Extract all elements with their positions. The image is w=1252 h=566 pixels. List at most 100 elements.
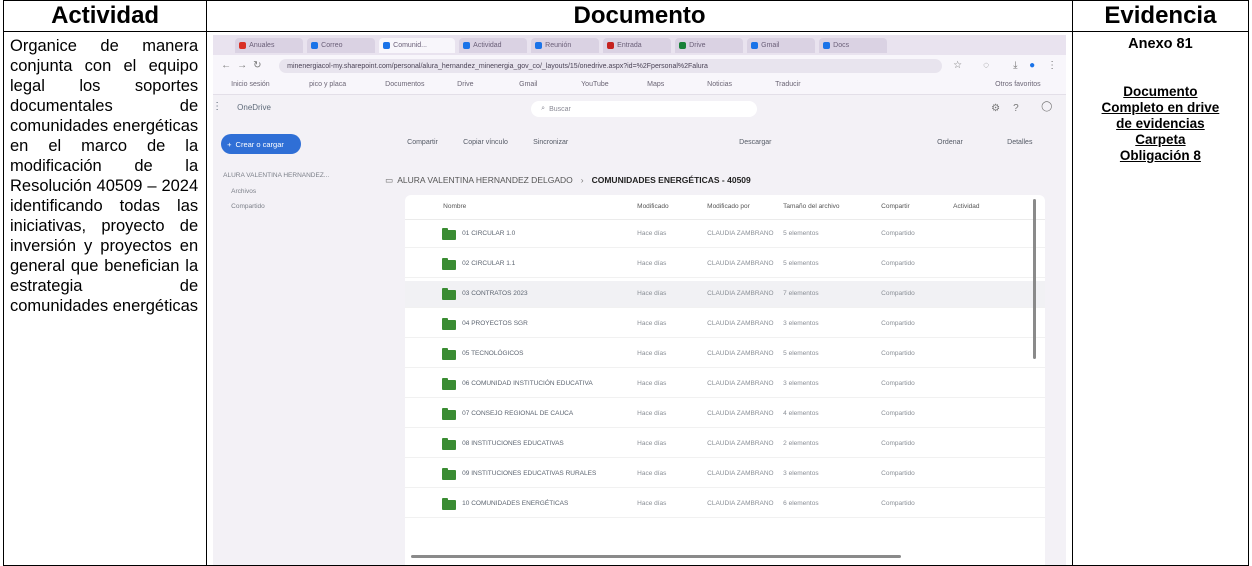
activity-table: Actividad Documento Evidencia Organice d… bbox=[2, 0, 1250, 566]
bookmarks-bar: Inicio sesión pico y placa Documentos Drive… bbox=[213, 77, 1067, 95]
breadcrumb-root[interactable]: ALURA VALENTINA HERNANDEZ DELGADO bbox=[397, 175, 573, 185]
browser-tab[interactable]: Reunión bbox=[531, 38, 600, 53]
menu-icon[interactable]: ⋮ bbox=[1047, 60, 1057, 71]
create-upload-button[interactable]: + Crear o cargar bbox=[221, 134, 302, 154]
folder-icon bbox=[442, 408, 457, 420]
file-modified: Hace días bbox=[637, 410, 667, 417]
folder-icon bbox=[442, 498, 457, 510]
header-evidence: Evidencia bbox=[1071, 0, 1250, 32]
file-modified-by: CLAUDIA ZAMBRANO bbox=[707, 350, 774, 357]
file-list: Nombre Modificado Modificado por Tamaño … bbox=[405, 195, 1046, 565]
vertical-scrollbar[interactable] bbox=[1033, 199, 1037, 359]
browser-tab[interactable]: Actividad bbox=[459, 38, 528, 53]
bookmark-item[interactable]: pico y placa bbox=[309, 81, 346, 88]
details-command[interactable]: Detalles bbox=[1007, 139, 1032, 146]
tab-favicon-icon bbox=[239, 42, 247, 49]
help-icon[interactable]: ? bbox=[1013, 103, 1019, 114]
bookmark-item[interactable]: Traducir bbox=[775, 81, 800, 88]
bookmark-item[interactable]: Inicio sesión bbox=[231, 81, 270, 88]
file-row[interactable]: 04 PROYECTOS SGR Hace días CLAUDIA ZAMBRAN… bbox=[405, 311, 1046, 338]
file-modified: Hace días bbox=[637, 350, 667, 357]
nav-item-shared[interactable]: Compartido bbox=[231, 203, 265, 210]
search-icon: ⌕ bbox=[541, 105, 546, 112]
document-cell: Anuales Correo Comunid... Actividad Reunión E… bbox=[206, 31, 1073, 566]
evidence-link[interactable]: Documento Completo en drive de evidencias C… bbox=[1073, 84, 1248, 164]
folder-icon bbox=[442, 438, 457, 450]
column-size[interactable]: Tamaño del archivo bbox=[783, 203, 839, 210]
browser-tab[interactable]: Entrada bbox=[603, 38, 672, 53]
column-name[interactable]: Nombre bbox=[443, 203, 466, 210]
file-row[interactable]: 03 CONTRATOS 2023 Hace días CLAUDIA ZAMBRA… bbox=[405, 281, 1046, 308]
file-modified-by: CLAUDIA ZAMBRANO bbox=[707, 380, 774, 387]
copy-link-command[interactable]: Copiar vínculo bbox=[463, 139, 508, 146]
browser-tab[interactable]: Drive bbox=[675, 38, 744, 53]
file-row[interactable]: 02 CIRCULAR 1.1 Hace días CLAUDIA ZAMBRANO… bbox=[405, 251, 1046, 278]
tab-favicon-icon bbox=[535, 42, 543, 49]
url-field[interactable]: minenergiacol-my.sharepoint.com/personal… bbox=[279, 59, 943, 73]
evidence-link-line[interactable]: de evidencias bbox=[1073, 116, 1248, 132]
app-launcher-icon[interactable]: ⋮ bbox=[213, 101, 222, 112]
file-row[interactable]: 05 TECNOLÓGICOS Hace días CLAUDIA ZAMBRANO… bbox=[405, 341, 1046, 368]
file-row[interactable]: 01 CIRCULAR 1.0 Hace días CLAUDIA ZAMBRANO… bbox=[405, 221, 1046, 248]
sort-command[interactable]: Ordenar bbox=[937, 139, 963, 146]
onedrive-screenshot: Anuales Correo Comunid... Actividad Reunión E… bbox=[213, 35, 1067, 565]
file-modified-by: CLAUDIA ZAMBRANO bbox=[707, 410, 774, 417]
bookmark-item[interactable]: Noticias bbox=[707, 81, 732, 88]
share-command[interactable]: Compartir bbox=[407, 139, 438, 146]
bookmark-item[interactable]: YouTube bbox=[581, 81, 609, 88]
file-modified: Hace días bbox=[637, 440, 667, 447]
tab-favicon-icon bbox=[679, 42, 687, 49]
bookmark-item[interactable]: Documentos bbox=[385, 81, 424, 88]
column-sharing[interactable]: Compartir bbox=[881, 203, 910, 210]
column-modified[interactable]: Modificado bbox=[637, 203, 668, 210]
sync-command[interactable]: Sincronizar bbox=[533, 139, 568, 146]
file-row[interactable]: 07 CONSEJO REGIONAL DE CAUCA Hace días CLA… bbox=[405, 401, 1046, 428]
nav-item-user[interactable]: ALURA VALENTINA HERNANDEZ... bbox=[223, 172, 329, 179]
bookmark-item[interactable]: Gmail bbox=[519, 81, 537, 88]
star-icon[interactable]: ☆ bbox=[953, 60, 962, 71]
file-name: 05 TECNOLÓGICOS bbox=[462, 350, 524, 357]
bookmark-item[interactable]: Maps bbox=[647, 81, 664, 88]
evidence-link-line[interactable]: Carpeta bbox=[1073, 132, 1248, 148]
browser-tab[interactable]: Gmail bbox=[747, 38, 816, 53]
evidence-link-line[interactable]: Completo en drive bbox=[1073, 100, 1248, 116]
file-modified-by: CLAUDIA ZAMBRANO bbox=[707, 290, 774, 297]
browser-tabstrip: Anuales Correo Comunid... Actividad Reunión E… bbox=[213, 35, 1067, 55]
file-sharing: Compartido bbox=[881, 290, 915, 297]
evidence-link-line[interactable]: Obligación 8 bbox=[1073, 148, 1248, 164]
file-size: 5 elementos bbox=[783, 350, 819, 357]
back-icon[interactable]: ← bbox=[221, 60, 231, 71]
profile-icon[interactable]: ● bbox=[1029, 60, 1035, 71]
settings-icon[interactable]: ⚙ bbox=[991, 103, 1000, 114]
tab-label: Correo bbox=[321, 42, 343, 49]
column-modified-by[interactable]: Modificado por bbox=[707, 203, 750, 210]
forward-icon[interactable]: → bbox=[237, 60, 247, 71]
download-command[interactable]: Descargar bbox=[739, 139, 771, 146]
bookmark-item[interactable]: Otros favoritos bbox=[995, 81, 1041, 88]
file-row[interactable]: 06 COMUNIDAD INSTITUCIÓN EDUCATIVA Hace d… bbox=[405, 371, 1046, 398]
annex-label: Anexo 81 bbox=[1128, 36, 1193, 52]
breadcrumb-current[interactable]: COMUNIDADES ENERGÉTICAS - 40509 bbox=[592, 175, 751, 185]
browser-tab[interactable]: Correo bbox=[307, 38, 376, 53]
file-row[interactable]: 09 INSTITUCIONES EDUCATIVAS RURALES Hace … bbox=[405, 461, 1046, 488]
browser-tab[interactable]: Comunid... bbox=[379, 38, 456, 53]
evidence-link-line[interactable]: Documento bbox=[1073, 84, 1248, 100]
breadcrumb: ▭ ALURA VALENTINA HERNANDEZ DELGADO › CO… bbox=[385, 172, 751, 188]
download-icon[interactable]: ⤓ bbox=[1013, 60, 1017, 71]
account-icon[interactable]: ◯ bbox=[1041, 101, 1052, 112]
bookmark-item[interactable]: Drive bbox=[457, 81, 473, 88]
browser-tab[interactable]: Docs bbox=[819, 38, 888, 53]
file-sharing: Compartido bbox=[881, 500, 915, 507]
file-row[interactable]: 10 COMUNIDADES ENERGÉTICAS Hace días CLAUD… bbox=[405, 491, 1046, 518]
search-input[interactable]: ⌕ Buscar bbox=[531, 101, 758, 117]
file-size: 2 elementos bbox=[783, 440, 819, 447]
column-activity[interactable]: Actividad bbox=[953, 203, 979, 210]
browser-tab[interactable]: Anuales bbox=[235, 38, 304, 53]
file-row[interactable]: 08 INSTITUCIONES EDUCATIVAS Hace días CLAU… bbox=[405, 431, 1046, 458]
nav-item-files[interactable]: Archivos bbox=[231, 188, 256, 195]
reload-icon[interactable]: ↻ bbox=[253, 60, 261, 71]
extensions-icon[interactable]: ◌ bbox=[983, 60, 989, 71]
horizontal-scrollbar[interactable] bbox=[411, 555, 902, 558]
left-navigation: + Crear o cargar ALURA VALENTINA HERNAND… bbox=[213, 123, 385, 565]
file-size: 3 elementos bbox=[783, 470, 819, 477]
